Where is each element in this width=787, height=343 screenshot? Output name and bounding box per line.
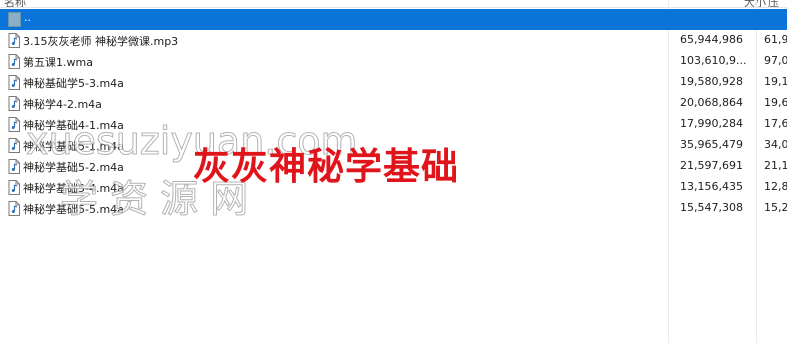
parent-folder-label: .. [24, 11, 31, 24]
file-name: 神秘学基础5-5.m4a [23, 203, 124, 216]
file-size: 65,944,986 [680, 33, 743, 46]
audio-file-icon [8, 33, 20, 51]
audio-file-icon [8, 96, 20, 114]
file-size: 19,580,928 [680, 75, 743, 88]
audio-file-icon [8, 138, 20, 156]
file-row[interactable]: 神秘基础学5-3.m4a 19,580,928 19,1 [0, 72, 787, 93]
column-size-header[interactable]: 大小 [744, 0, 766, 7]
file-size: 35,965,479 [680, 138, 743, 151]
file-size: 17,990,284 [680, 117, 743, 130]
file-size: 20,068,864 [680, 96, 743, 109]
file-size: 13,156,435 [680, 180, 743, 193]
audio-file-icon [8, 54, 20, 72]
column-packed-header[interactable]: 压缩后 [768, 0, 787, 7]
audio-file-icon [8, 159, 20, 177]
file-packed-size: 19,1 [764, 75, 787, 88]
file-size: 21,597,691 [680, 159, 743, 172]
file-packed-size: 17,6 [764, 117, 787, 130]
file-row[interactable]: 神秘学基础4-1.m4a 17,990,284 17,6 [0, 114, 787, 135]
file-packed-size: 97,0 [764, 54, 787, 67]
file-packed-size: 21,1 [764, 159, 787, 172]
file-name: 神秘学4-2.m4a [23, 98, 102, 111]
audio-file-icon [8, 201, 20, 219]
file-name: 神秘学基础5-4.m4a [23, 182, 124, 195]
file-row[interactable]: 神秘学4-2.m4a 20,068,864 19,6 [0, 93, 787, 114]
file-name: 神秘学基础5-1.m4a [23, 140, 124, 153]
file-packed-size: 15,2 [764, 201, 787, 214]
audio-file-icon [8, 117, 20, 135]
file-name: 神秘基础学5-3.m4a [23, 77, 124, 90]
overlay-title: 灰灰神秘学基础 [193, 145, 459, 188]
file-name: 3.15灰灰老师 神秘学微课.mp3 [23, 35, 179, 48]
file-name: 神秘学基础5-2.m4a [23, 161, 124, 174]
file-name: 第五课1.wma [23, 56, 93, 69]
file-size: 103,610,9... [680, 54, 747, 67]
folder-up-icon [8, 12, 21, 27]
file-packed-size: 12,8 [764, 180, 787, 193]
column-name-header[interactable]: 名称 [4, 0, 26, 7]
file-packed-size: 19,6 [764, 96, 787, 109]
file-row[interactable]: 第五课1.wma 103,610,9... 97,0 [0, 51, 787, 72]
file-name: 神秘学基础4-1.m4a [23, 119, 124, 132]
file-packed-size: 61,9 [764, 33, 787, 46]
file-row[interactable]: 神秘学基础5-5.m4a 15,547,308 15,2 [0, 198, 787, 219]
audio-file-icon [8, 180, 20, 198]
file-row[interactable]: 3.15灰灰老师 神秘学微课.mp3 65,944,986 61,9 [0, 30, 787, 51]
file-size: 15,547,308 [680, 201, 743, 214]
audio-file-icon [8, 75, 20, 93]
parent-folder-row[interactable]: .. [0, 9, 787, 30]
file-packed-size: 34,0 [764, 138, 787, 151]
